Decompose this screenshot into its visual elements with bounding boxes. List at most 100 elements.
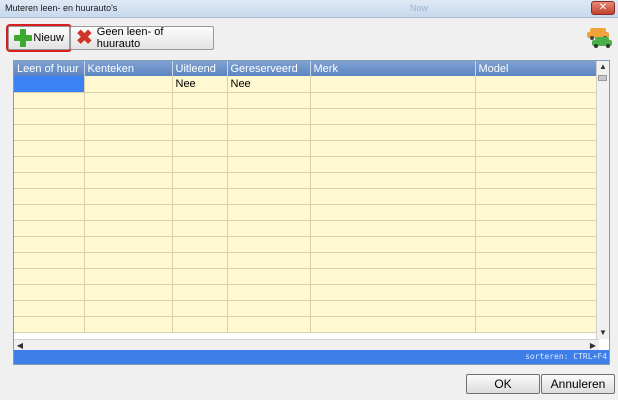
table-cell[interactable] [475, 252, 600, 269]
table-cell[interactable] [84, 76, 173, 93]
table-cell[interactable] [475, 188, 600, 205]
column-header[interactable]: Gereserveerd [227, 61, 311, 76]
table-cell[interactable] [84, 220, 173, 237]
table-cell[interactable] [475, 108, 600, 125]
table-row[interactable] [14, 124, 600, 141]
table-cell[interactable] [14, 172, 85, 189]
table-cell[interactable] [84, 172, 173, 189]
table-cell[interactable] [172, 108, 228, 125]
column-header[interactable]: Leen of huur [14, 61, 85, 76]
table-cell[interactable] [14, 156, 85, 173]
table-cell[interactable] [172, 92, 228, 109]
table-cell[interactable] [84, 284, 173, 301]
table-row[interactable] [14, 108, 600, 125]
table-row[interactable] [14, 140, 600, 157]
vertical-scrollbar[interactable]: ▲ ▼ [596, 61, 609, 339]
table-row[interactable] [14, 156, 600, 173]
table-cell[interactable] [14, 220, 85, 237]
table-cell[interactable] [172, 204, 228, 221]
table-cell[interactable] [227, 204, 311, 221]
scroll-down-icon[interactable]: ▼ [597, 327, 609, 339]
table-cell[interactable] [310, 108, 476, 125]
table-cell[interactable] [14, 92, 85, 109]
table-cell[interactable] [310, 236, 476, 253]
selected-cell[interactable] [14, 76, 85, 93]
table-cell[interactable] [227, 236, 311, 253]
table-cell[interactable] [310, 204, 476, 221]
table-cell[interactable] [310, 92, 476, 109]
table-cell[interactable] [227, 300, 311, 317]
table-cell[interactable] [227, 92, 311, 109]
table-row[interactable] [14, 300, 600, 317]
table-row[interactable] [14, 220, 600, 237]
table-cell[interactable] [227, 252, 311, 269]
table-cell[interactable] [475, 268, 600, 285]
column-header[interactable]: Model [475, 61, 600, 76]
table-cell[interactable] [14, 316, 85, 333]
table-row[interactable]: Nee Nee [14, 76, 600, 93]
table-cell[interactable] [172, 284, 228, 301]
table-cell[interactable] [310, 124, 476, 141]
table-cell[interactable] [310, 156, 476, 173]
table-cell[interactable] [14, 252, 85, 269]
table-cell[interactable] [84, 204, 173, 221]
table-cell[interactable] [172, 236, 228, 253]
table-row[interactable] [14, 268, 600, 285]
table-cell[interactable] [84, 140, 173, 157]
table-cell[interactable] [227, 108, 311, 125]
scroll-thumb[interactable] [598, 75, 607, 81]
table-row[interactable] [14, 92, 600, 109]
cancel-button[interactable]: Annuleren [541, 374, 615, 394]
table-cell[interactable] [227, 156, 311, 173]
table-cell[interactable] [84, 92, 173, 109]
column-header[interactable]: Uitleend [172, 61, 228, 76]
table-cell[interactable] [172, 188, 228, 205]
table-cell[interactable] [227, 124, 311, 141]
table-cell[interactable] [227, 188, 311, 205]
table-cell[interactable] [475, 316, 600, 333]
table-cell[interactable] [475, 204, 600, 221]
table-cell[interactable] [475, 156, 600, 173]
table-cell[interactable] [475, 220, 600, 237]
table-row[interactable] [14, 188, 600, 205]
table-cell[interactable] [172, 252, 228, 269]
table-cell[interactable] [227, 268, 311, 285]
new-button[interactable]: Nieuw [6, 24, 72, 52]
table-cell[interactable]: Nee [172, 76, 228, 93]
table-cell[interactable] [172, 300, 228, 317]
table-cell[interactable] [172, 156, 228, 173]
table-cell[interactable] [227, 220, 311, 237]
table-row[interactable] [14, 204, 600, 221]
table-cell[interactable] [84, 316, 173, 333]
table-cell[interactable] [172, 220, 228, 237]
table-cell[interactable] [14, 140, 85, 157]
table-cell[interactable] [84, 236, 173, 253]
table-cell[interactable] [14, 268, 85, 285]
table-cell[interactable] [84, 188, 173, 205]
table-cell[interactable] [172, 316, 228, 333]
table-cell[interactable] [475, 236, 600, 253]
table-cell[interactable] [310, 220, 476, 237]
table-cell[interactable] [310, 188, 476, 205]
table-cell[interactable] [84, 300, 173, 317]
table-cell[interactable] [310, 76, 476, 93]
table-cell[interactable] [14, 188, 85, 205]
table-cell[interactable] [227, 140, 311, 157]
table-cell[interactable] [310, 268, 476, 285]
table-cell[interactable] [84, 268, 173, 285]
table-row[interactable] [14, 236, 600, 253]
table-cell[interactable]: Nee [227, 76, 311, 93]
table-cell[interactable] [84, 252, 173, 269]
no-loan-car-button[interactable]: ✖ Geen leen- of huurauto [70, 26, 214, 50]
table-cell[interactable] [172, 124, 228, 141]
table-row[interactable] [14, 284, 600, 301]
table-cell[interactable] [310, 140, 476, 157]
table-cell[interactable] [14, 236, 85, 253]
table-cell[interactable] [14, 108, 85, 125]
table-cell[interactable] [14, 204, 85, 221]
table-cell[interactable] [310, 172, 476, 189]
table-row[interactable] [14, 316, 600, 333]
table-cell[interactable] [172, 268, 228, 285]
column-header[interactable]: Kenteken [84, 61, 173, 76]
table-cell[interactable] [14, 284, 85, 301]
